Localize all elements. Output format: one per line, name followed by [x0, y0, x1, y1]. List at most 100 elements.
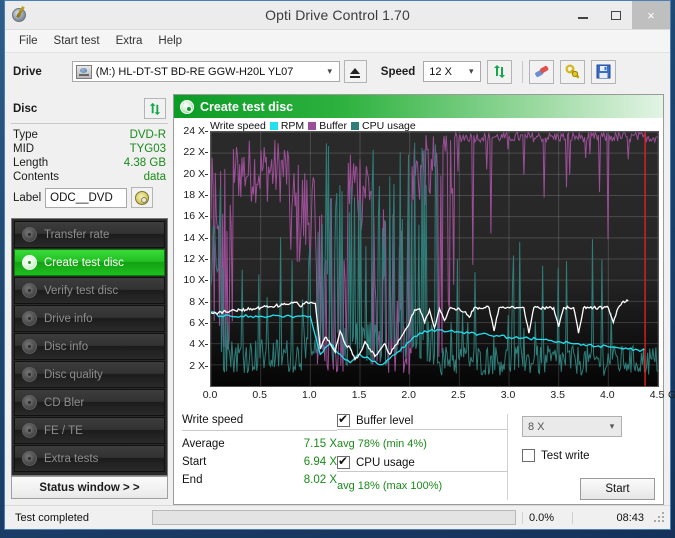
progress-percent: 0.0%: [522, 511, 572, 524]
minimize-button[interactable]: [566, 1, 599, 29]
refresh-icon: [149, 102, 161, 115]
sidebar-item-disc-info[interactable]: Disc info: [14, 333, 165, 360]
x-axis-tick-label: 0.0: [202, 389, 218, 401]
x-axis-tick-label: 4.0: [600, 389, 615, 401]
eject-icon: [350, 68, 361, 74]
test-controls: 8 X ▾ Test write Start: [507, 414, 655, 500]
stat-key: End: [182, 474, 203, 486]
disc-label-button[interactable]: [131, 187, 154, 208]
chevron-down-icon: ▾: [469, 66, 474, 76]
disc-row-length: Length 4.38 GB: [13, 156, 166, 170]
maximize-icon: [610, 10, 621, 20]
disc-label-input[interactable]: ODC__DVD: [45, 187, 128, 208]
sidebar-item-label: CD Bler: [44, 396, 85, 409]
y-axis-tick: [205, 152, 208, 154]
stat-value: 8.02 X: [303, 474, 337, 486]
stat-row-average: Average 7.15 X: [182, 435, 337, 453]
disc-row-key: MID: [13, 143, 35, 155]
disc-row-value: data: [143, 171, 166, 183]
sidebar-item-cd-bler[interactable]: CD Bler: [14, 389, 165, 416]
close-icon: ×: [647, 7, 655, 23]
y-axis-tick-label: 12 X: [183, 253, 205, 265]
disc-label-row: Label ODC__DVD: [13, 187, 166, 208]
sidebar-item-label: FE / TE: [44, 424, 83, 437]
disc-icon: [135, 190, 150, 205]
menu-item-extra[interactable]: Extra: [108, 32, 151, 50]
y-axis-tick: [205, 131, 208, 132]
legend-label: Buffer: [319, 120, 348, 132]
elapsed-time: 08:43: [572, 511, 650, 524]
legend-swatch: [269, 122, 278, 130]
disc-icon: [180, 99, 194, 114]
legend-label: CPU usage: [362, 120, 416, 132]
chart-y-axis: 2 X 4 X 6 X 8 X 10 X 12 X 14 X 16 X 18 X 20 X 22 X…: [174, 125, 208, 387]
disc-icon: [22, 283, 37, 298]
checkbox-icon: [337, 412, 350, 427]
refresh-icon: [494, 65, 506, 78]
legend-write-speed: Write speed: [210, 120, 266, 132]
window-controls: ×: [566, 1, 670, 29]
close-button[interactable]: ×: [632, 1, 670, 29]
legend-swatch: [351, 122, 360, 130]
sidebar-item-transfer-rate[interactable]: Transfer rate: [14, 221, 165, 248]
y-axis-tick-label: 22 X: [183, 146, 205, 159]
test-write-label: Test write: [541, 449, 590, 462]
sidebar-item-label: Transfer rate: [44, 228, 110, 241]
y-axis-tick: [205, 301, 208, 303]
disc-icon: [22, 339, 37, 354]
menu-item-start-test[interactable]: Start test: [46, 32, 108, 50]
title-bar: Opti Drive Control 1.70 ×: [5, 1, 670, 30]
sidebar-item-fe-te[interactable]: FE / TE: [14, 417, 165, 444]
sidebar-item-verify-test-disc[interactable]: Verify test disc: [14, 277, 165, 304]
minimize-icon: [577, 17, 588, 19]
drive-icon: [75, 64, 92, 79]
eject-button[interactable]: [343, 60, 367, 83]
legend-buffer: Buffer: [308, 120, 347, 132]
legend-cpu: CPU usage: [351, 120, 416, 132]
refresh-button[interactable]: [487, 59, 513, 84]
y-axis-tick-label: 18 X: [183, 189, 205, 201]
test-nav-list: Transfer rate Create test disc Verify te…: [11, 218, 168, 476]
x-axis-unit-label: GB: [668, 389, 675, 401]
speed-select[interactable]: 12 X ▾: [423, 61, 482, 82]
y-axis-tick: [205, 280, 208, 282]
sidebar-item-extra-tests[interactable]: Extra tests: [14, 445, 165, 472]
start-button[interactable]: Start: [580, 478, 655, 500]
drive-select[interactable]: (M:) HL-DT-ST BD-RE GGW-H20L YL07 ▾: [71, 61, 340, 82]
legend-swatch: [308, 122, 317, 130]
disc-row-key: Contents: [13, 171, 60, 183]
status-window-button[interactable]: Status window > >: [11, 476, 168, 499]
buffer-level-label: Buffer level: [356, 414, 414, 427]
sidebar-item-disc-quality[interactable]: Disc quality: [14, 361, 165, 388]
chevron-down-icon: ▾: [609, 421, 615, 431]
status-bar: Test completed 0.0% 08:43: [5, 505, 670, 529]
write-speed-select-value: 8 X: [528, 420, 545, 433]
app-icon: [11, 5, 28, 24]
stat-key: Start: [182, 456, 207, 468]
maximize-button[interactable]: [599, 1, 632, 29]
disc-refresh-button[interactable]: [144, 98, 166, 119]
erase-button[interactable]: [529, 59, 555, 84]
write-speed-select[interactable]: 8 X ▾: [522, 416, 622, 437]
resize-grip[interactable]: [654, 511, 666, 524]
menu-item-file[interactable]: File: [11, 32, 46, 50]
tools-button[interactable]: [560, 59, 586, 84]
y-axis-tick: [205, 216, 208, 218]
cpu-usage-checkbox[interactable]: CPU usage: [337, 454, 507, 469]
disc-icon: [22, 423, 37, 438]
sidebar-item-drive-info[interactable]: Drive info: [14, 305, 165, 332]
test-write-checkbox[interactable]: Test write: [522, 449, 655, 462]
disc-row-value: DVD-R: [129, 129, 166, 141]
menu-item-help[interactable]: Help: [150, 32, 190, 50]
sidebar-item-create-test-disc[interactable]: Create test disc: [14, 249, 165, 276]
sidebar-item-label: Disc quality: [44, 368, 103, 381]
disc-icon: [22, 395, 37, 410]
sidebar: Disc Type DVD-R MID TYG03 Length 4.38 GB…: [5, 90, 173, 505]
wrench-icon: [565, 64, 580, 79]
buffer-level-checkbox[interactable]: Buffer level: [337, 412, 507, 427]
disc-row-key: Type: [13, 129, 38, 141]
buffer-level-text: avg 78% (min 4%): [337, 438, 427, 450]
drive-label: Drive: [13, 65, 42, 78]
save-button[interactable]: [591, 59, 617, 84]
stat-row-start: Start 6.94 X: [182, 453, 337, 471]
